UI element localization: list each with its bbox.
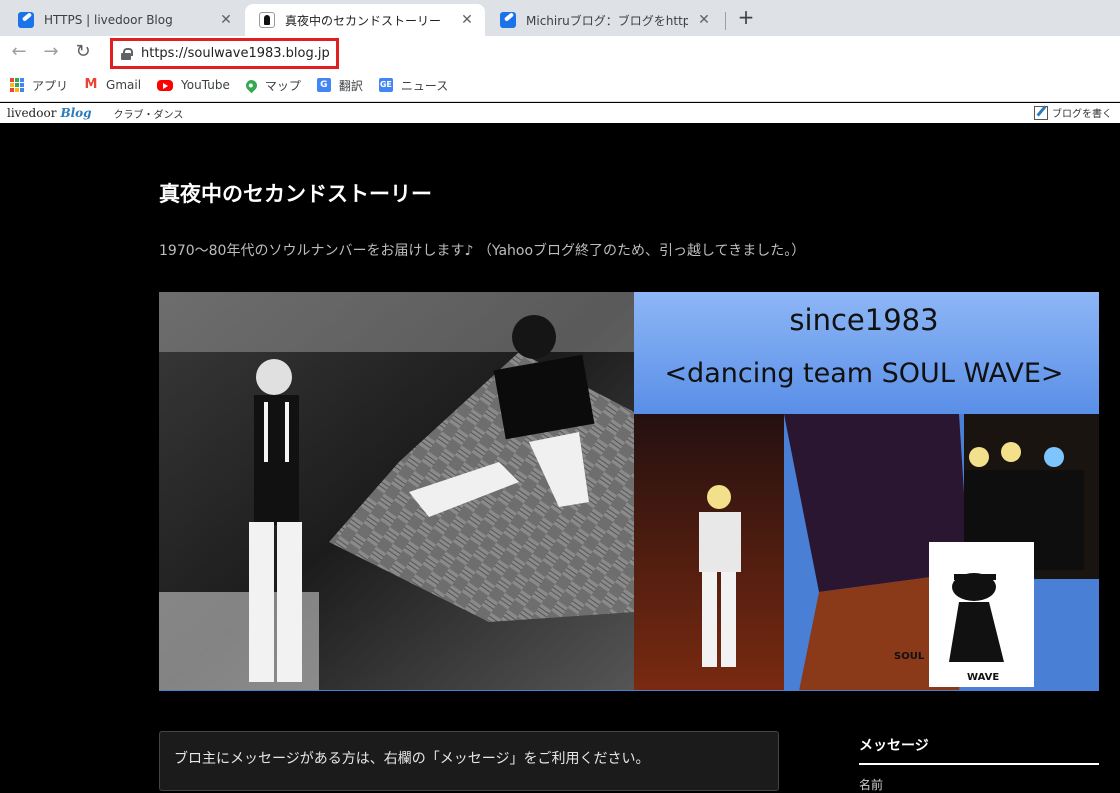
gmail-icon: M [84, 77, 98, 92]
blog-dancer-icon [259, 12, 275, 28]
tab-separator [725, 12, 726, 30]
write-blog-label: ブログを書く [1052, 109, 1112, 120]
new-tab-button[interactable]: + [734, 6, 758, 30]
sidebar-name-label: 名前 [859, 778, 884, 792]
close-icon[interactable]: ✕ [459, 12, 475, 28]
back-arrow-icon[interactable]: ← [7, 41, 31, 65]
browser-tab-strip: HTTPS | livedoor Blog ✕ 真夜中のセカンドストーリー ✕ … [0, 0, 1120, 36]
close-icon[interactable]: ✕ [218, 12, 234, 28]
blog-title[interactable]: 真夜中のセカンドストーリー [159, 178, 432, 208]
write-blog-link[interactable]: ブログを書く [1034, 105, 1112, 120]
news-icon: GE [378, 78, 393, 92]
mascot-soul-text: SOUL [894, 651, 925, 662]
bookmark-label: ニュース [400, 78, 449, 93]
bookmark-news[interactable]: GE ニュース [378, 77, 449, 94]
bookmark-translate[interactable]: G 翻訳 [316, 77, 363, 94]
bookmark-label: 翻訳 [338, 78, 363, 93]
bookmark-gmail[interactable]: M Gmail [84, 77, 142, 93]
tab-livedoor-https[interactable]: HTTPS | livedoor Blog ✕ [4, 4, 244, 36]
category-link[interactable]: クラブ・ダンス [114, 106, 184, 121]
blog-header-banner[interactable]: since1983 <dancing team SOUL WAVE> SOUL … [159, 292, 1099, 691]
bookmark-apps[interactable]: アプリ [10, 77, 68, 94]
banner-team-text: <dancing team SOUL WAVE> [664, 358, 1063, 389]
livedoor-blog-icon [18, 12, 34, 28]
bookmark-label: YouTube [181, 78, 230, 92]
translate-icon: G [316, 78, 331, 92]
bw-photo-region [159, 292, 634, 691]
maps-icon [243, 77, 260, 93]
apps-grid-icon [10, 78, 24, 92]
banner-since-text: since1983 [789, 303, 938, 337]
forward-arrow-icon[interactable]: → [39, 41, 63, 65]
tab-title: 真夜中のセカンドストーリー [285, 13, 442, 28]
bookmark-youtube[interactable]: YouTube [157, 78, 230, 92]
tab-michiru-blog[interactable]: Michiruブログ：ブログをhttps化しましょう ✕ [486, 4, 722, 36]
close-icon[interactable]: ✕ [696, 12, 712, 28]
bookmark-label: マップ [264, 78, 301, 93]
bookmark-label: アプリ [32, 78, 69, 93]
reload-icon[interactable]: ↻ [71, 41, 95, 65]
pen-icon [1034, 105, 1048, 120]
bookmarks-bar: アプリ M Gmail YouTube マップ G 翻訳 GE ニュース [0, 69, 1120, 102]
browser-toolbar: ← → ↻ https://soulwave1983.blog.jp [0, 36, 1120, 69]
livedoor-blog-icon [500, 12, 516, 28]
sidebar-message-title: メッセージ [859, 735, 1099, 765]
youtube-icon [157, 79, 174, 91]
logo-blog-text: Blog [60, 106, 92, 120]
livedoor-header-bar: livedoor Blog クラブ・ダンス ブログを書く [0, 103, 1120, 123]
bookmark-label: Gmail [106, 78, 142, 92]
blog-description: 1970〜80年代のソウルナンバーをお届けします♪ （Yahooブログ終了のため… [159, 243, 806, 259]
bookmark-maps[interactable]: マップ [243, 77, 301, 94]
address-bar[interactable]: https://soulwave1983.blog.jp [110, 38, 339, 69]
tab-title: Michiruブログ：ブログをhttps化しましょう [526, 13, 688, 28]
logo-main-text: livedoor [7, 106, 57, 120]
since1983-title-panel: since1983 <dancing team SOUL WAVE> [634, 292, 1099, 414]
color-photo-collage: SOUL WAVE [634, 414, 1099, 691]
tab-title: HTTPS | livedoor Blog [44, 13, 173, 27]
tab-blog-active[interactable]: 真夜中のセカンドストーリー ✕ [245, 4, 485, 36]
url-text: https://soulwave1983.blog.jp [141, 46, 330, 61]
message-notice-box: ブロ主にメッセージがある方は、右欄の「メッセージ」をご利用ください。 [159, 731, 779, 791]
lock-icon[interactable] [121, 47, 133, 60]
livedoor-blog-logo[interactable]: livedoor Blog [7, 106, 92, 120]
mascot-wave-text: WAVE [967, 672, 999, 683]
